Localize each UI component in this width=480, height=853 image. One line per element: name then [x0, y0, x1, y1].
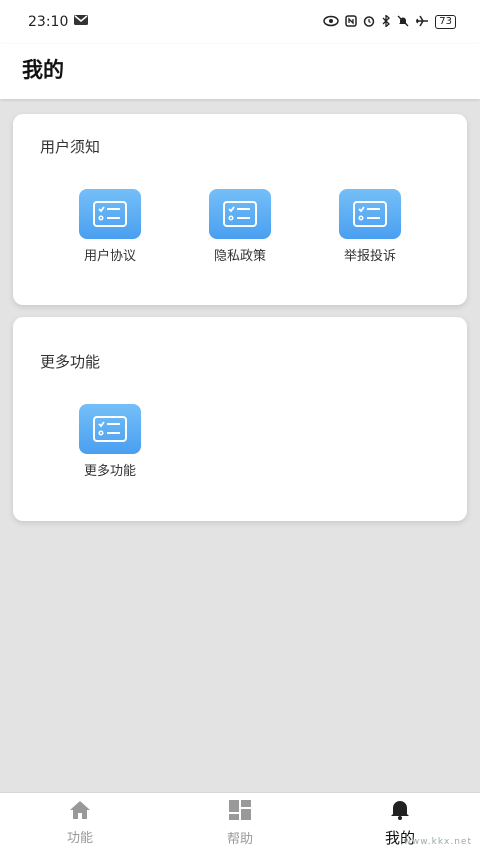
nav-label-features: 功能: [66, 831, 93, 846]
dashboard-icon: [228, 799, 252, 825]
user-agreement-label: 用户协议: [83, 249, 136, 264]
user-notice-card: 用户须知 用户协议 隐私政策 举报投诉: [13, 114, 467, 305]
bluetooth-icon: [381, 13, 391, 30]
status-time: 23:10: [28, 14, 69, 30]
alarm-icon: [363, 15, 375, 30]
user-agreement-tile[interactable]: 用户协议: [60, 189, 160, 264]
header: 我的: [0, 44, 480, 99]
checklist-icon: [209, 189, 271, 239]
report-complaint-label: 举报投诉: [343, 249, 396, 264]
battery-indicator: 73: [435, 15, 456, 29]
privacy-policy-tile[interactable]: 隐私政策: [190, 189, 290, 264]
page-title: 我的: [22, 58, 64, 82]
report-complaint-tile[interactable]: 举报投诉: [320, 189, 420, 264]
bottom-nav: 功能 帮助 我的 www.kkx.net: [0, 792, 480, 853]
mute-icon: [397, 15, 409, 30]
status-left: 23:10: [28, 14, 89, 30]
nfc-icon: [345, 14, 358, 30]
privacy-policy-label: 隐私政策: [213, 249, 266, 264]
more-features-tile[interactable]: 更多功能: [60, 404, 160, 479]
nav-item-features[interactable]: 功能: [0, 793, 160, 853]
bell-icon: [389, 798, 411, 824]
checklist-icon: [339, 189, 401, 239]
nav-item-help[interactable]: 帮助: [160, 793, 320, 853]
checklist-icon: [79, 189, 141, 239]
mail-icon: [74, 14, 89, 30]
status-right: 73: [323, 13, 456, 30]
status-bar: 23:10 73: [0, 0, 480, 44]
airplane-icon: [415, 15, 429, 30]
section-title-user-notice: 用户须知: [40, 138, 101, 156]
eye-icon: [323, 15, 340, 30]
checklist-icon: [79, 404, 141, 454]
nav-label-help: 帮助: [226, 832, 253, 847]
more-features-label: 更多功能: [83, 464, 136, 479]
more-features-card: 更多功能 更多功能: [13, 317, 467, 521]
section-title-more-features: 更多功能: [40, 353, 101, 371]
home-icon: [68, 800, 92, 824]
watermark: www.kkx.net: [403, 837, 472, 847]
